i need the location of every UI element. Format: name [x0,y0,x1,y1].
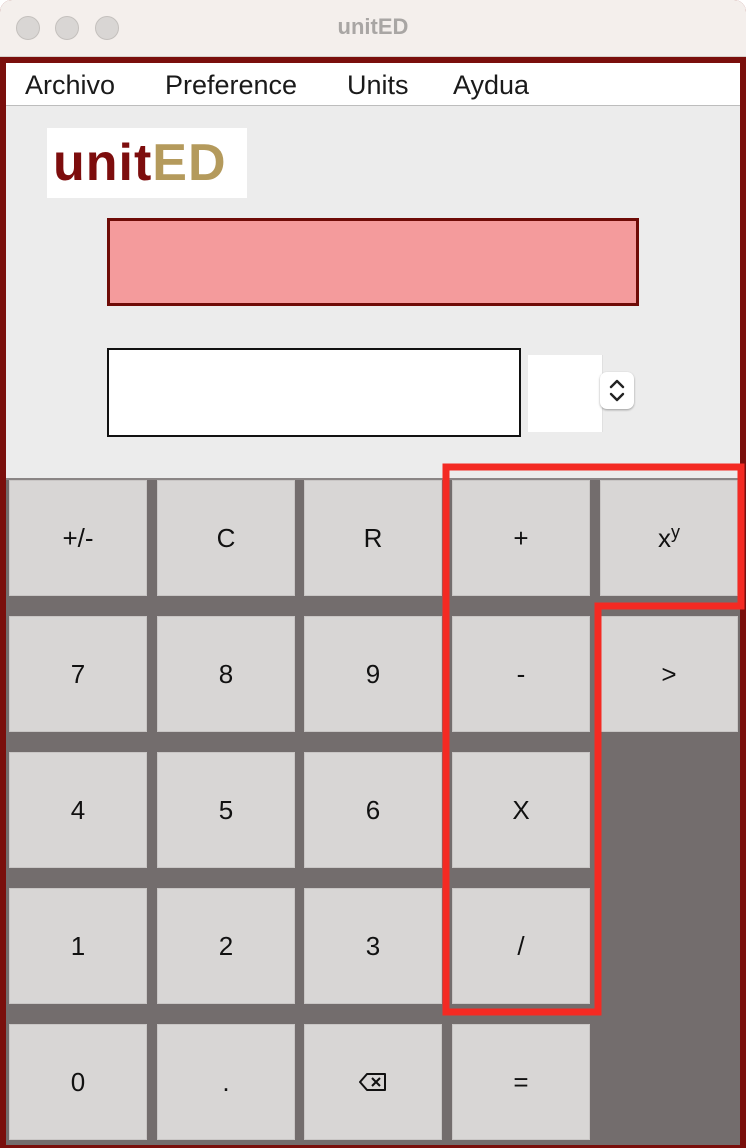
minus-button[interactable]: - [452,616,590,732]
reset-button[interactable]: R [304,480,442,596]
power-exponent-label: y [671,521,680,542]
plus-minus-button[interactable]: +/- [9,480,147,596]
power-button[interactable]: xy [600,480,738,596]
logo-text-ed: ED [152,134,227,192]
backspace-button[interactable] [304,1024,442,1140]
digit-4-button[interactable]: 4 [9,752,147,868]
digit-8-button[interactable]: 8 [157,616,295,732]
window-title: unitED [337,14,409,39]
digit-9-button[interactable]: 9 [304,616,442,732]
digit-3-button[interactable]: 3 [304,888,442,1004]
digit-2-button[interactable]: 2 [157,888,295,1004]
plus-button[interactable]: + [452,480,590,596]
divide-button[interactable]: / [452,888,590,1004]
power-base-label: x [658,522,671,553]
logo-text: unitED [53,132,227,194]
menu-units[interactable]: Units [347,63,409,105]
clear-button[interactable]: C [157,480,295,596]
next-button[interactable]: > [600,616,738,732]
keypad: +/- C R + xy 7 8 9 - > 4 5 6 X 1 2 3 / 0 [6,478,740,1145]
multiply-button[interactable]: X [452,752,590,868]
digit-6-button[interactable]: 6 [304,752,442,868]
logo-text-unit: unit [53,134,153,192]
equals-button[interactable]: = [452,1024,590,1140]
digit-1-button[interactable]: 1 [9,888,147,1004]
unit-select[interactable] [528,355,634,432]
unit-select-value[interactable] [528,355,603,432]
backspace-icon [359,1073,386,1091]
decimal-button[interactable]: . [157,1024,295,1140]
app-window: unitED Archivo Preference Units Aydua un… [0,0,746,1148]
digit-0-button[interactable]: 0 [9,1024,147,1140]
menu-aydua[interactable]: Aydua [453,63,529,105]
result-display [107,218,639,306]
menu-archivo[interactable]: Archivo [25,63,115,105]
digit-7-button[interactable]: 7 [9,616,147,732]
menu-preference[interactable]: Preference [165,63,297,105]
digit-5-button[interactable]: 5 [157,752,295,868]
menu-bar: Archivo Preference Units Aydua [6,63,740,106]
up-down-chevron-icon[interactable] [600,372,634,409]
app-content: Archivo Preference Units Aydua unitED +/… [6,63,740,1145]
value-input-field[interactable] [107,348,521,437]
title-bar: unitED [0,0,746,57]
app-logo: unitED [47,128,247,198]
